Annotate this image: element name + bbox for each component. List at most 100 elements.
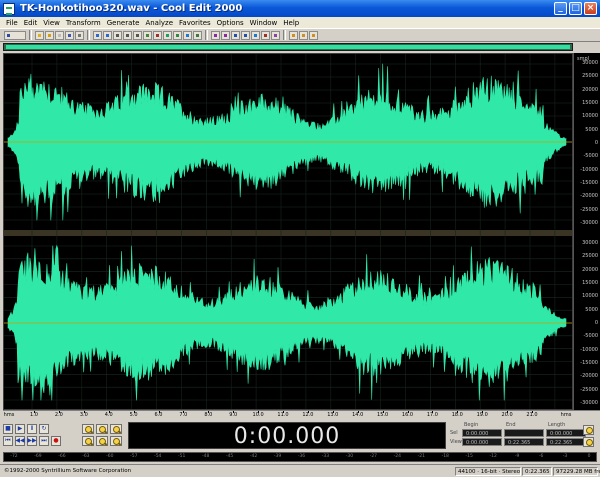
info-icon[interactable] <box>271 30 280 40</box>
toggle-view-icon[interactable] <box>4 30 26 40</box>
toolbar-separator <box>87 30 90 40</box>
zoom-full-icon[interactable] <box>110 424 122 434</box>
amplitude-tick-label: 25000 <box>582 73 598 80</box>
close-file-icon[interactable] <box>55 30 64 40</box>
level-tick-label: -24 <box>393 454 402 459</box>
time-ruler[interactable]: hms hms 1.0 2.0 3.0 4.0 5.0 6.0 7.0 8.0 9.0 10.0 1… <box>3 410 600 421</box>
level-tick-label: -45 <box>225 454 234 459</box>
snap-ruler-icon[interactable] <box>211 30 220 40</box>
toolbar-separator <box>283 30 286 40</box>
zoom-left-icon[interactable] <box>82 436 94 446</box>
favorites-icon[interactable] <box>299 30 308 40</box>
level-tick-label: -48 <box>201 454 210 459</box>
menu-help[interactable]: Help <box>280 19 302 27</box>
snap-frame-icon[interactable] <box>241 30 250 40</box>
level-tick-label: -42 <box>249 454 258 459</box>
pause-button[interactable]: Ⅱ <box>27 424 37 434</box>
rewind-button[interactable]: ◀◀ <box>15 436 25 446</box>
amplify-icon[interactable] <box>193 30 202 40</box>
sel-begin-field[interactable]: 0:00.000 <box>462 429 502 437</box>
zoom-right-icon[interactable] <box>96 436 108 446</box>
amplitude-tick-label: -5000 <box>583 153 598 160</box>
level-meter[interactable]: -72 -69 -66 -63 -60 -57 -54 -51 -48 -45 -42 -39 -36-… <box>3 452 597 462</box>
amplitude-tick-label: -5000 <box>583 333 598 340</box>
stop-button[interactable]: ■ <box>3 424 13 434</box>
zoom-out-icon[interactable] <box>96 424 108 434</box>
view-length-field[interactable]: 0:22.365 <box>546 438 586 446</box>
overview-thumb[interactable] <box>6 45 570 49</box>
play-looped-button[interactable]: ↻ <box>39 424 49 434</box>
view-end-field[interactable]: 0:22.365 <box>504 438 544 446</box>
maximize-button[interactable]: □ <box>569 2 582 15</box>
open-file-icon[interactable] <box>45 30 54 40</box>
save-icon[interactable] <box>65 30 74 40</box>
time-tick-label: 13.0 <box>327 412 339 418</box>
spectral-view-icon[interactable] <box>183 30 192 40</box>
level-tick-label: -63 <box>82 454 90 459</box>
time-tick-label: 3.0 <box>79 412 88 418</box>
snap-clip-icon[interactable] <box>221 30 230 40</box>
menu-edit[interactable]: Edit <box>21 19 41 27</box>
level-tick-label: -39 <box>273 454 282 459</box>
help-icon[interactable] <box>309 30 318 40</box>
go-to-end-button[interactable]: ⏭ <box>39 436 49 446</box>
zoom-in-vertical-icon[interactable] <box>583 425 594 435</box>
sel-length-field[interactable]: 0:00.000 <box>546 429 586 437</box>
overview-scrollbar[interactable] <box>3 43 573 51</box>
cut-icon[interactable] <box>123 30 132 40</box>
trim-icon[interactable] <box>153 30 162 40</box>
sel-end-field[interactable] <box>504 429 544 437</box>
menu-options[interactable]: Options <box>214 19 247 27</box>
amplitude-tick-label: -20000 <box>580 373 598 380</box>
menu-favorites[interactable]: Favorites <box>176 19 214 27</box>
time-ruler-unit-right: hms <box>560 412 572 418</box>
window-title: TK-Honkotihoo320.wav - Cool Edit 2000 <box>20 3 243 14</box>
new-file-icon[interactable] <box>35 30 44 40</box>
time-display: 0:00.000 <box>128 422 446 449</box>
save-as-icon[interactable] <box>75 30 84 40</box>
waveform-canvas[interactable] <box>4 54 572 409</box>
silence-icon[interactable] <box>163 30 172 40</box>
time-tick-label: 7.0 <box>179 412 188 418</box>
time-tick-label: 20.0 <box>501 412 513 418</box>
view-begin-field[interactable]: 0:00.000 <box>462 438 502 446</box>
level-tick-label: -54 <box>154 454 162 459</box>
cool-edit-app-icon[interactable] <box>3 2 15 15</box>
skip-forward-icon: ⏭ <box>41 437 47 444</box>
play-list-icon[interactable] <box>261 30 270 40</box>
minimize-button[interactable]: _ <box>554 2 567 15</box>
menu-window[interactable]: Window <box>247 19 281 27</box>
menu-generate[interactable]: Generate <box>104 19 143 27</box>
undo-icon[interactable] <box>93 30 102 40</box>
cue-list-icon[interactable] <box>251 30 260 40</box>
copy-icon[interactable] <box>113 30 122 40</box>
level-tick-label: -21 <box>417 454 425 459</box>
waveform-view-icon[interactable] <box>173 30 182 40</box>
zoom-in-icon[interactable] <box>82 424 94 434</box>
zoom-vertical-icon[interactable] <box>110 436 122 446</box>
go-to-beginning-button[interactable]: ⏮ <box>3 436 13 446</box>
amplitude-tick-label: 5000 <box>585 306 598 313</box>
repeat-icon[interactable] <box>103 30 112 40</box>
menu-view[interactable]: View <box>40 19 63 27</box>
settings-icon[interactable] <box>289 30 298 40</box>
menu-analyze[interactable]: Analyze <box>142 19 176 27</box>
amplitude-tick-label: 15000 <box>582 280 598 286</box>
record-button[interactable]: ● <box>51 436 61 446</box>
play-button[interactable]: ▶ <box>15 424 25 434</box>
amplitude-tick-label: 30000 <box>582 240 598 246</box>
zoom-out-vertical-icon[interactable] <box>583 437 594 447</box>
time-tick-label: 9.0 <box>229 412 238 418</box>
level-tick-label: -30 <box>345 454 354 459</box>
level-tick-label: -69 <box>34 454 42 459</box>
mix-paste-icon[interactable] <box>143 30 152 40</box>
time-tick-label: 8.0 <box>204 412 213 418</box>
menu-file[interactable]: File <box>3 19 21 27</box>
begin-header: Begin <box>464 422 479 428</box>
snap-cue-icon[interactable] <box>231 30 240 40</box>
waveform-display[interactable] <box>3 53 573 410</box>
paste-icon[interactable] <box>133 30 142 40</box>
close-button[interactable]: × <box>584 2 597 15</box>
menu-transform[interactable]: Transform <box>63 19 104 27</box>
fast-forward-button[interactable]: ▶▶ <box>27 436 37 446</box>
